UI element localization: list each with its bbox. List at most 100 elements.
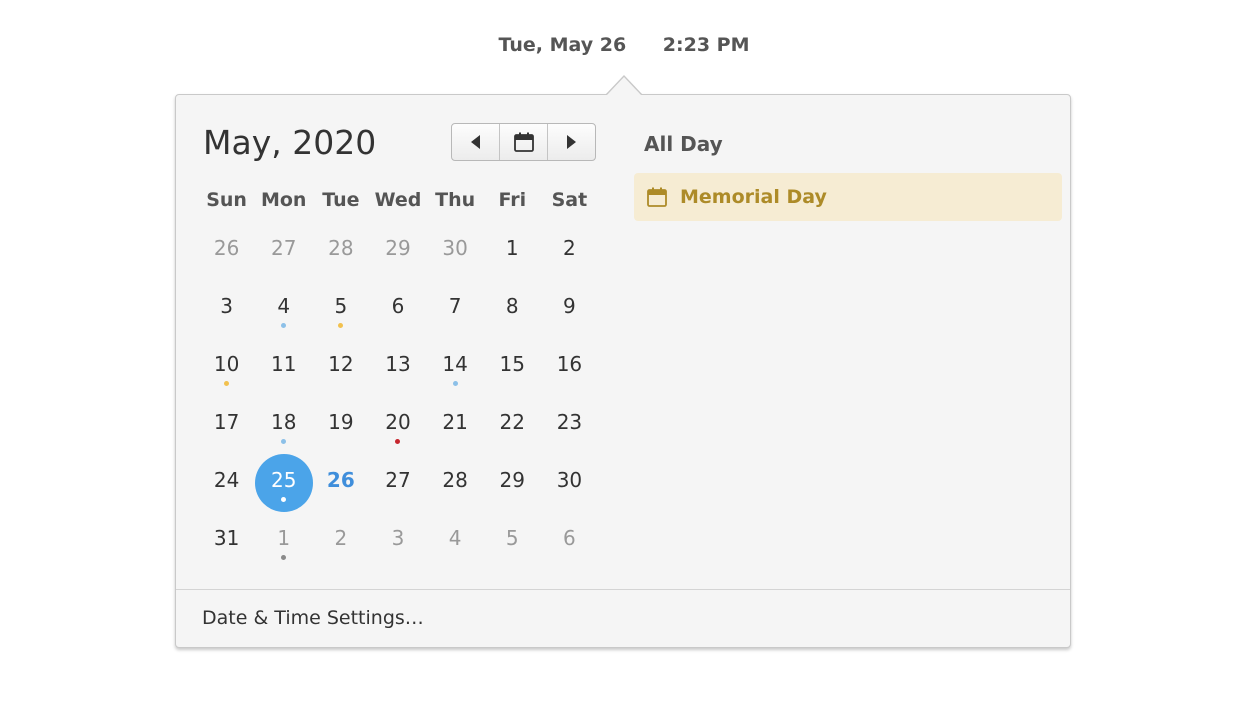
calendar-day[interactable]: 28 [427,451,484,509]
day-number: 27 [385,468,411,492]
day-number: 26 [326,468,355,492]
calendar-day-selected[interactable]: 25 [254,451,313,512]
calendar-day[interactable]: 31 [198,509,255,567]
day-number: 2 [563,236,576,260]
day-number: 17 [213,410,240,434]
previous-month-button[interactable] [452,124,499,160]
day-number: 14 [442,352,468,376]
calendar-day[interactable]: 27 [369,451,426,509]
day-number: 29 [385,236,411,260]
day-number: 30 [442,236,468,260]
calendar-day[interactable]: 8 [484,277,541,335]
day-number: 28 [328,236,354,260]
day-number: 2 [334,526,348,550]
event-indicator-dot [452,381,458,386]
calendar-day[interactable]: 26 [198,219,255,277]
popover-arrow-fill [607,77,641,95]
day-number: 12 [328,352,354,376]
day-number: 27 [270,236,297,260]
day-number: 24 [213,468,240,492]
calendar-day[interactable]: 18 [255,393,312,451]
event-memorial-day[interactable]: Memorial Day [634,173,1062,221]
calendar-day[interactable]: 6 [541,509,598,567]
panel-date[interactable]: Tue, May 26 [498,34,626,56]
calendar-day[interactable]: 27 [255,219,312,277]
calendar-week-row: 3 4 5 6 7 8 9 [198,277,598,335]
calendar-day[interactable]: 5 [312,277,369,335]
calendar-week-row: 17 18 19 20 21 22 23 [198,393,598,451]
calendar-day-today[interactable]: 26 [312,451,369,509]
day-number: 4 [277,294,291,318]
event-indicator-dot [281,323,287,328]
event-indicator-dot [281,497,287,502]
next-month-button[interactable] [547,124,595,160]
all-day-title: All Day [644,132,723,156]
event-indicator-dot [281,439,287,444]
go-previous-icon [471,135,480,149]
calendar-day[interactable]: 28 [312,219,369,277]
calendar-day[interactable]: 5 [484,509,541,567]
calendar-day[interactable]: 24 [198,451,255,509]
month-navigation [451,123,596,161]
day-number: 29 [499,468,525,492]
calendar-day[interactable]: 20 [369,393,426,451]
weekday-label: Sat [551,189,588,211]
calendar-day[interactable]: 30 [541,451,598,509]
event-indicator-dot [395,439,401,444]
calendar-day[interactable]: 23 [541,393,598,451]
calendar-day[interactable]: 12 [312,335,369,393]
date-time-settings-link[interactable]: Date & Time Settings… [202,607,424,629]
weekday-label: Wed [374,189,422,211]
calendar-day[interactable]: 15 [484,335,541,393]
calendar-day[interactable]: 29 [484,451,541,509]
calendar-day[interactable]: 19 [312,393,369,451]
calendar-day[interactable]: 3 [369,509,426,567]
weekday-label: Tue [322,189,360,211]
calendar-day[interactable]: 16 [541,335,598,393]
day-number: 5 [505,526,519,550]
calendar-day[interactable]: 2 [541,219,598,277]
calendar-day[interactable]: 22 [484,393,541,451]
calendar-day[interactable]: 29 [369,219,426,277]
calendar-day[interactable]: 10 [198,335,255,393]
calendar-day[interactable]: 7 [427,277,484,335]
calendar-day[interactable]: 17 [198,393,255,451]
calendar-day[interactable]: 13 [369,335,426,393]
weekday-label: Sun [206,189,247,211]
calendar-day[interactable]: 14 [427,335,484,393]
day-number: 1 [505,236,519,260]
day-number: 13 [385,352,411,376]
calendar-day[interactable]: 9 [541,277,598,335]
calendar-week-row: 26 27 28 29 30 1 2 [198,219,598,277]
calendar-day[interactable]: 1 [255,509,312,567]
calendar-week-row: 24 25 26 27 28 29 30 [198,451,598,512]
day-number: 11 [270,352,297,376]
event-indicator-dot [224,381,230,386]
calendar-day[interactable]: 30 [427,219,484,277]
calendar-day[interactable]: 4 [427,509,484,567]
day-number: 20 [385,410,411,434]
calendar-day[interactable]: 6 [369,277,426,335]
calendar-day[interactable]: 21 [427,393,484,451]
day-number: 18 [270,410,297,434]
day-number: 3 [391,526,405,550]
day-number: 3 [220,294,233,318]
calendar-day[interactable]: 11 [255,335,312,393]
calendar-day[interactable]: 2 [312,509,369,567]
day-number: 28 [442,468,468,492]
month-title: May, 2020 [203,123,377,162]
day-number: 1 [277,526,291,550]
calendar-day[interactable]: 3 [198,277,255,335]
calendar-day[interactable]: 4 [255,277,312,335]
calendar-weeks: 26 27 28 29 30 1 2 3 4 5 6 7 8 9 10 11 12 13 14 15 16 17 18 19 2… [198,219,598,567]
weekday-label: Fri [498,189,527,211]
panel-time[interactable]: 2:23 PM [663,34,750,56]
weekday-label: Mon [260,189,307,211]
panel-clock[interactable]: Tue, May 26 2:23 PM [0,34,1248,56]
calendar-week-row: 31 1 2 3 4 5 6 [198,509,598,567]
today-button[interactable] [499,124,547,160]
day-number: 6 [563,526,576,550]
event-label: Memorial Day [680,186,827,208]
day-number: 30 [556,468,583,492]
calendar-day[interactable]: 1 [484,219,541,277]
